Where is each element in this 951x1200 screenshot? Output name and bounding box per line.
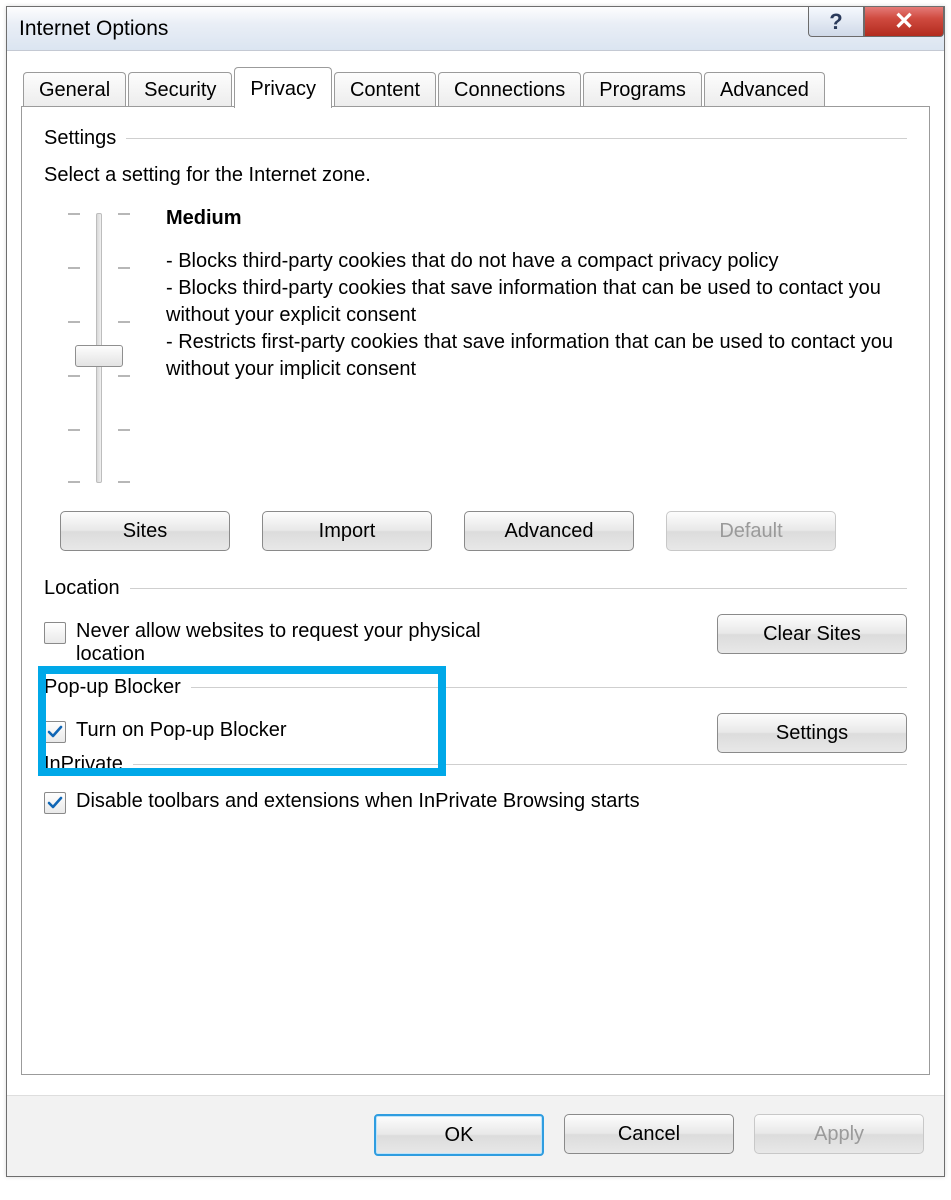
sites-button[interactable]: Sites [60,511,230,551]
section-inprivate-header: InPrivate [44,753,907,776]
titlebar-buttons: ? ✕ [808,7,944,50]
settings-instruction: Select a setting for the Internet zone. [44,164,907,187]
help-icon: ? [829,9,842,35]
privacy-bullet-1: - Blocks third-party cookies that do not… [166,248,907,275]
tab-strip: General Security Privacy Content Connect… [21,67,930,107]
privacy-bullet-2: - Blocks third-party cookies that save i… [166,275,907,329]
dialog-content: General Security Privacy Content Connect… [7,51,944,1095]
close-button[interactable]: ✕ [864,7,944,37]
popup-blocker-section: Pop-up Blocker Turn on Pop-up Blocker Se… [44,676,907,753]
privacy-level-bullets: - Blocks third-party cookies that do not… [166,248,907,383]
section-inprivate-label: InPrivate [44,753,123,776]
privacy-level-name: Medium [166,207,907,230]
settings-button-row: Sites Import Advanced Default [60,511,907,551]
popup-settings-button[interactable]: Settings [717,713,907,753]
popup-checkbox-label: Turn on Pop-up Blocker [76,719,286,742]
tab-programs[interactable]: Programs [583,72,702,107]
section-settings-label: Settings [44,127,116,150]
section-location-header: Location [44,577,907,600]
cancel-button[interactable]: Cancel [564,1114,734,1154]
inprivate-row: Disable toolbars and extensions when InP… [44,790,907,814]
tab-privacy[interactable]: Privacy [234,67,332,108]
tab-connections[interactable]: Connections [438,72,581,107]
slider-thumb[interactable] [75,345,123,367]
checkmark-icon [47,724,63,740]
close-icon: ✕ [894,7,914,36]
section-popup-header: Pop-up Blocker [44,676,907,699]
popup-blocker-checkbox[interactable] [44,721,66,743]
tab-advanced[interactable]: Advanced [704,72,825,107]
dialog-button-row: OK Cancel Apply [7,1095,944,1176]
location-checkbox-label: Never allow websites to request your phy… [76,620,506,666]
privacy-bullet-3: - Restricts first-party cookies that sav… [166,329,907,383]
popup-row: Turn on Pop-up Blocker Settings [44,713,907,753]
privacy-level-slider[interactable] [80,213,118,483]
ok-button[interactable]: OK [374,1114,544,1156]
location-row: Never allow websites to request your phy… [44,614,907,676]
privacy-slider-row: Medium - Blocks third-party cookies that… [44,207,907,483]
privacy-tab-panel: Settings Select a setting for the Intern… [21,106,930,1075]
clear-sites-button[interactable]: Clear Sites [717,614,907,654]
privacy-slider-col [44,207,154,483]
section-location-label: Location [44,577,120,600]
dialog-title: Internet Options [7,17,168,41]
tab-content[interactable]: Content [334,72,436,107]
advanced-button[interactable]: Advanced [464,511,634,551]
section-settings-header: Settings [44,127,907,150]
title-bar: Internet Options ? ✕ [7,7,944,51]
inprivate-checkbox-label: Disable toolbars and extensions when InP… [76,790,640,813]
import-button[interactable]: Import [262,511,432,551]
tab-security[interactable]: Security [128,72,232,107]
section-popup-label: Pop-up Blocker [44,676,181,699]
divider-line [191,687,907,688]
divider-line [126,138,907,139]
divider-line [130,588,907,589]
apply-button: Apply [754,1114,924,1154]
divider-line [133,764,907,765]
tab-general[interactable]: General [23,72,126,107]
privacy-level-description: Medium - Blocks third-party cookies that… [154,207,907,383]
inprivate-checkbox[interactable] [44,792,66,814]
internet-options-dialog: { "title": "Internet Options", "tabs": {… [6,6,945,1177]
help-button[interactable]: ? [808,7,864,37]
location-checkbox[interactable] [44,622,66,644]
checkmark-icon [47,795,63,811]
default-button: Default [666,511,836,551]
